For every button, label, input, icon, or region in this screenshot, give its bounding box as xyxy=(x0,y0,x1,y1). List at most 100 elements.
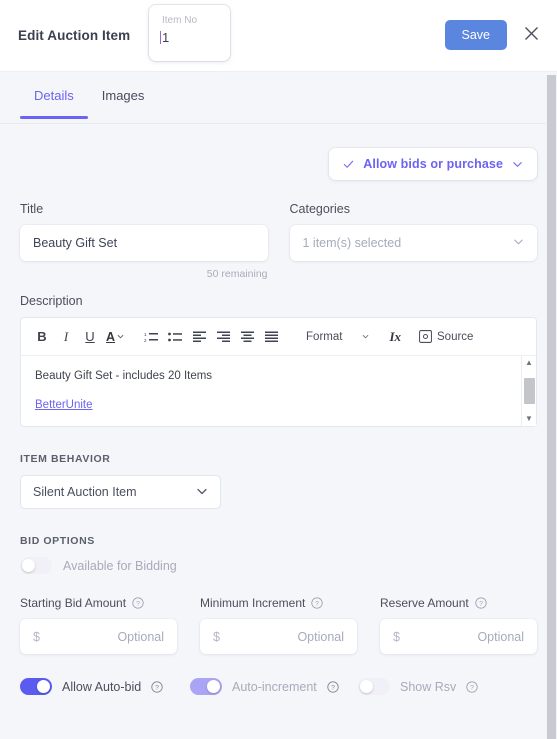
reserve-amount-label: Reserve Amount ? xyxy=(380,596,537,610)
editor-scroll-thumb[interactable] xyxy=(523,378,535,404)
text-color-icon[interactable]: A xyxy=(103,330,127,344)
svg-text:?: ? xyxy=(331,684,335,691)
help-circle-icon[interactable]: ? xyxy=(475,597,487,609)
item-behavior-value: Silent Auction Item xyxy=(33,485,137,499)
svg-text:?: ? xyxy=(136,601,140,608)
description-section: Description B I U A 1 2 Format Ix Source… xyxy=(20,294,537,427)
underline-icon[interactable]: U xyxy=(79,325,101,349)
page-scrollbar[interactable] xyxy=(546,75,557,739)
save-button[interactable]: Save xyxy=(444,20,507,50)
format-label: Format xyxy=(306,330,343,343)
title-field-group: Title Beauty Gift Set 50 remaining xyxy=(20,202,268,280)
available-for-bidding-row: Available for Bidding xyxy=(20,557,537,574)
tab-bar: Details Images xyxy=(0,72,557,124)
format-dropdown[interactable]: Format xyxy=(306,331,369,343)
item-no-value: 1 xyxy=(160,28,230,48)
bid-options-section-label: BID OPTIONS xyxy=(20,535,95,547)
align-justify-icon[interactable] xyxy=(260,325,282,349)
text-color-letter: A xyxy=(106,329,116,344)
page-scroll-thumb[interactable] xyxy=(547,75,556,739)
toggle-knob xyxy=(22,559,35,572)
minimum-increment-group: Minimum Increment ? $ Optional xyxy=(200,596,357,654)
available-for-bidding-label: Available for Bidding xyxy=(63,558,177,573)
allow-auto-bid-label: Allow Auto-bid xyxy=(62,679,142,694)
rich-text-editor: B I U A 1 2 Format Ix Source Beauty Gift… xyxy=(20,317,537,427)
source-button[interactable]: Source xyxy=(419,330,473,343)
categories-field-group: Categories 1 item(s) selected xyxy=(289,202,537,280)
editor-content-area[interactable]: Beauty Gift Set - includes 20 Items Bett… xyxy=(21,356,536,426)
categories-select[interactable]: 1 item(s) selected xyxy=(289,225,537,261)
svg-text:1: 1 xyxy=(144,332,147,337)
starting-bid-amount-input[interactable]: $ Optional xyxy=(20,619,177,654)
svg-text:?: ? xyxy=(155,684,159,691)
auto-increment-toggle[interactable] xyxy=(190,678,222,695)
tab-images[interactable]: Images xyxy=(88,72,159,118)
item-behavior-section-label: ITEM BEHAVIOR xyxy=(20,453,111,465)
starting-bid-amount-label: Starting Bid Amount ? xyxy=(20,596,177,610)
currency-symbol: $ xyxy=(393,629,400,644)
tab-details[interactable]: Details xyxy=(20,72,88,119)
svg-text:?: ? xyxy=(479,601,483,608)
show-rsv-toggle[interactable] xyxy=(358,678,390,695)
auto-increment-label: Auto-increment xyxy=(232,679,317,694)
close-icon[interactable] xyxy=(519,21,543,45)
bullet-list-icon[interactable] xyxy=(164,325,186,349)
minimum-increment-label: Minimum Increment ? xyxy=(200,596,357,610)
source-label: Source xyxy=(437,330,474,343)
allow-auto-bid-group: Allow Auto-bid ? xyxy=(20,678,190,695)
help-circle-icon[interactable]: ? xyxy=(151,680,163,693)
allow-bids-row: Allow bids or purchase xyxy=(20,124,537,180)
align-center-icon[interactable] xyxy=(236,325,258,349)
chevron-down-icon xyxy=(513,236,524,250)
allow-bids-or-purchase-dropdown[interactable]: Allow bids or purchase xyxy=(329,148,537,180)
currency-symbol: $ xyxy=(33,629,40,644)
toggle-knob xyxy=(360,680,373,693)
item-behavior-select[interactable]: Silent Auction Item xyxy=(20,475,221,509)
page-title: Edit Auction Item xyxy=(18,28,131,43)
item-no-label: Item No xyxy=(162,15,198,26)
help-circle-icon[interactable]: ? xyxy=(132,597,144,609)
editor-text-line: Beauty Gift Set - includes 20 Items xyxy=(35,370,213,382)
help-circle-icon[interactable]: ? xyxy=(327,680,339,693)
help-circle-icon[interactable]: ? xyxy=(466,680,478,693)
scroll-up-arrow-icon[interactable]: ▲ xyxy=(525,359,533,367)
reserve-amount-group: Reserve Amount ? $ Optional xyxy=(380,596,537,654)
align-left-icon[interactable] xyxy=(188,325,210,349)
modal-header: Edit Auction Item Item No 1 Save xyxy=(0,0,557,72)
chevron-down-icon xyxy=(363,334,369,339)
categories-value: 1 item(s) selected xyxy=(302,236,402,250)
editor-link[interactable]: BetterUnite xyxy=(35,397,93,414)
remove-format-icon[interactable]: Ix xyxy=(389,329,401,345)
align-right-icon[interactable] xyxy=(212,325,234,349)
minimum-increment-input[interactable]: $ Optional xyxy=(200,619,357,654)
currency-symbol: $ xyxy=(213,629,220,644)
item-no-field[interactable]: Item No 1 xyxy=(149,5,230,61)
edit-auction-item-modal: Edit Auction Item Item No 1 Save Details… xyxy=(0,0,557,739)
chevron-down-icon xyxy=(512,159,523,170)
bottom-toggles-row: Allow Auto-bid ? Auto-increment ? Show R… xyxy=(20,678,537,695)
auto-increment-group: Auto-increment ? xyxy=(190,678,358,695)
title-input[interactable]: Beauty Gift Set xyxy=(20,225,268,261)
toggle-knob xyxy=(37,680,50,693)
placeholder-text: Optional xyxy=(297,629,344,644)
title-remaining-count: 50 remaining xyxy=(206,268,268,280)
show-rsv-group: Show Rsv ? xyxy=(358,678,478,695)
available-for-bidding-toggle[interactable] xyxy=(20,557,52,574)
amount-fields-row: Starting Bid Amount ? $ Optional Minimum… xyxy=(20,596,537,654)
help-circle-icon[interactable]: ? xyxy=(311,597,324,609)
numbered-list-icon[interactable]: 1 2 xyxy=(140,325,162,349)
reserve-amount-input[interactable]: $ Optional xyxy=(380,619,537,654)
italic-icon[interactable]: I xyxy=(55,325,77,349)
editor-toolbar: B I U A 1 2 Format Ix Source xyxy=(21,318,536,356)
description-label: Description xyxy=(20,294,83,308)
title-categories-row: Title Beauty Gift Set 50 remaining Categ… xyxy=(20,202,537,280)
starting-bid-amount-group: Starting Bid Amount ? $ Optional xyxy=(20,596,177,654)
scroll-down-arrow-icon[interactable]: ▼ xyxy=(525,415,533,423)
svg-text:?: ? xyxy=(315,601,319,608)
check-icon xyxy=(343,159,354,170)
allow-bids-label: Allow bids or purchase xyxy=(363,157,503,171)
editor-scrollbar[interactable]: ▲ ▼ xyxy=(521,356,536,426)
toggle-knob xyxy=(207,680,220,693)
bold-icon[interactable]: B xyxy=(31,325,53,349)
allow-auto-bid-toggle[interactable] xyxy=(20,678,52,695)
